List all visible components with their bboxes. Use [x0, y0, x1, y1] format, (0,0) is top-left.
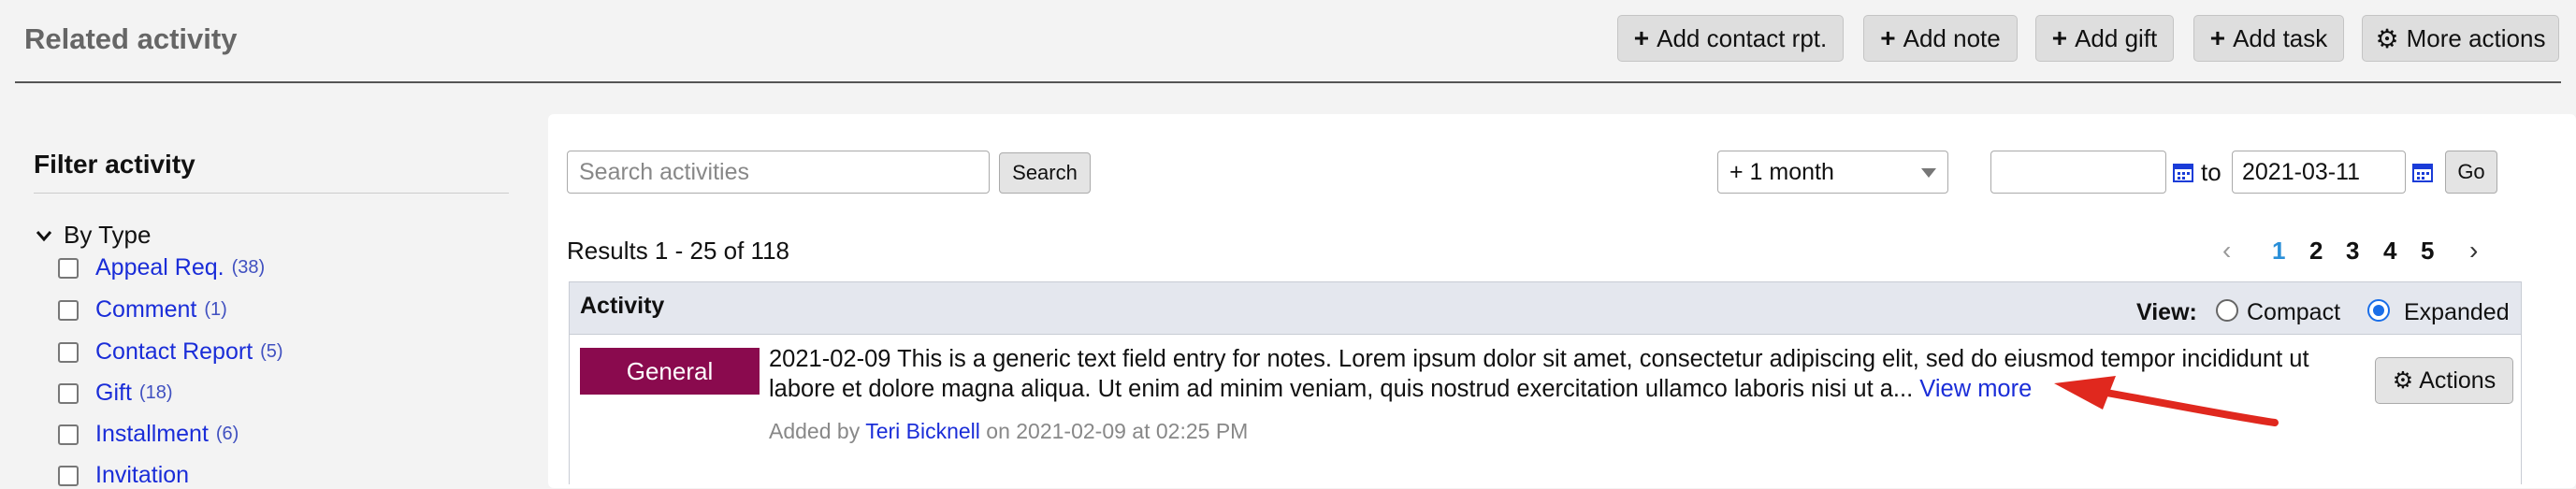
filter-item-count: (1) — [204, 299, 227, 320]
more-actions-label: More actions — [2406, 23, 2546, 52]
pagination-page[interactable]: 3 — [2346, 237, 2359, 266]
period-select[interactable]: + 1 month — [1717, 151, 1948, 194]
filter-item-label[interactable]: Invitation — [95, 462, 189, 489]
filter-item-gift[interactable]: Gift (18) — [58, 380, 172, 407]
column-header-activity: Activity — [580, 293, 665, 319]
add-gift-button[interactable]: + Add gift — [2035, 15, 2174, 62]
filter-item-label[interactable]: Contact Report — [95, 338, 253, 366]
annotation-arrow-icon — [2054, 376, 2279, 426]
plus-icon: + — [2051, 23, 2068, 52]
added-by-suffix: on 2021-02-09 at 02:25 PM — [986, 419, 1249, 443]
filter-item-comment[interactable]: Comment (1) — [58, 296, 227, 324]
filter-checkbox[interactable] — [58, 257, 79, 279]
plus-icon: + — [1633, 23, 1650, 52]
filter-checkbox[interactable] — [58, 424, 79, 445]
row-actions-button[interactable]: ⚙ Actions — [2375, 357, 2513, 404]
added-by-prefix: Added by — [769, 419, 861, 443]
filter-item-label[interactable]: Installment — [95, 421, 209, 448]
results-summary: Results 1 - 25 of 118 — [567, 237, 789, 265]
filter-checkbox[interactable] — [58, 341, 79, 363]
page-title: Related activity — [24, 22, 238, 55]
add-gift-label: Add gift — [2075, 23, 2158, 52]
row-actions-label: Actions — [2419, 367, 2496, 394]
view-compact-radio[interactable] — [2216, 299, 2238, 322]
pagination-page[interactable]: 5 — [2421, 237, 2434, 266]
add-note-label: Add note — [1903, 23, 2001, 52]
calendar-icon[interactable] — [2411, 161, 2434, 183]
gear-icon: ⚙ — [2392, 367, 2414, 394]
header-divider — [15, 81, 2561, 83]
go-button[interactable]: Go — [2445, 151, 2497, 194]
by-type-label: By Type — [64, 221, 152, 249]
activity-type-badge: General — [580, 348, 760, 395]
search-input[interactable] — [567, 151, 990, 194]
activity-meta: Added by Teri Bicknell on 2021-02-09 at … — [769, 419, 1248, 444]
filter-checkbox[interactable] — [58, 382, 79, 404]
date-range-to-label: to — [2201, 158, 2221, 186]
plus-icon: + — [2209, 23, 2226, 52]
author-link[interactable]: Teri Bicknell — [865, 419, 980, 443]
filter-item-label[interactable]: Appeal Req. — [95, 254, 224, 281]
caret-down-icon — [1921, 168, 1936, 178]
filter-checkbox[interactable] — [58, 465, 79, 486]
chevron-down-icon — [36, 230, 52, 241]
filter-item-label[interactable]: Gift — [95, 380, 132, 407]
by-type-toggle[interactable]: By Type — [34, 221, 151, 250]
view-mode-label: View: — [2136, 299, 2197, 325]
pagination-page[interactable]: 4 — [2383, 237, 2396, 266]
period-selected-value: + 1 month — [1729, 158, 1834, 185]
add-task-button[interactable]: + Add task — [2193, 15, 2344, 62]
filter-item-count: (18) — [138, 382, 173, 403]
filter-divider — [34, 193, 509, 194]
filter-checkbox[interactable] — [58, 299, 79, 321]
view-expanded-label[interactable]: Expanded — [2404, 299, 2510, 326]
more-actions-button[interactable]: ⚙ More actions — [2362, 15, 2559, 62]
gear-icon: ⚙ — [2375, 23, 2399, 53]
date-to-input[interactable]: 2021-03-11 — [2232, 151, 2406, 194]
search-button[interactable]: Search — [999, 152, 1091, 194]
filter-item-contact-report[interactable]: Contact Report (5) — [58, 338, 283, 366]
add-contact-report-button[interactable]: + Add contact rpt. — [1617, 15, 1844, 62]
filter-title: Filter activity — [34, 150, 195, 179]
filter-item-appeal-req[interactable]: Appeal Req. (38) — [58, 254, 265, 281]
filter-item-invitation[interactable]: Invitation — [58, 462, 189, 489]
filter-item-count: (5) — [260, 341, 283, 362]
filter-item-count: (6) — [215, 424, 239, 444]
date-from-input[interactable] — [1990, 151, 2166, 194]
pagination-next[interactable]: › — [2469, 236, 2478, 266]
add-task-label: Add task — [2233, 23, 2328, 52]
add-note-button[interactable]: + Add note — [1863, 15, 2018, 62]
pagination-page[interactable]: 2 — [2309, 237, 2323, 266]
filter-item-label[interactable]: Comment — [95, 296, 196, 324]
view-compact-label[interactable]: Compact — [2247, 299, 2340, 326]
calendar-icon[interactable] — [2172, 161, 2194, 183]
view-expanded-radio[interactable] — [2367, 299, 2390, 322]
add-contact-report-label: Add contact rpt. — [1657, 23, 1828, 52]
filter-item-installment[interactable]: Installment (6) — [58, 421, 239, 448]
pagination-prev[interactable]: ‹ — [2222, 236, 2231, 266]
view-more-link[interactable]: View more — [1919, 376, 2032, 402]
plus-icon: + — [1880, 23, 1896, 52]
pagination-page-current[interactable]: 1 — [2272, 237, 2285, 266]
filter-item-count: (38) — [231, 257, 266, 278]
